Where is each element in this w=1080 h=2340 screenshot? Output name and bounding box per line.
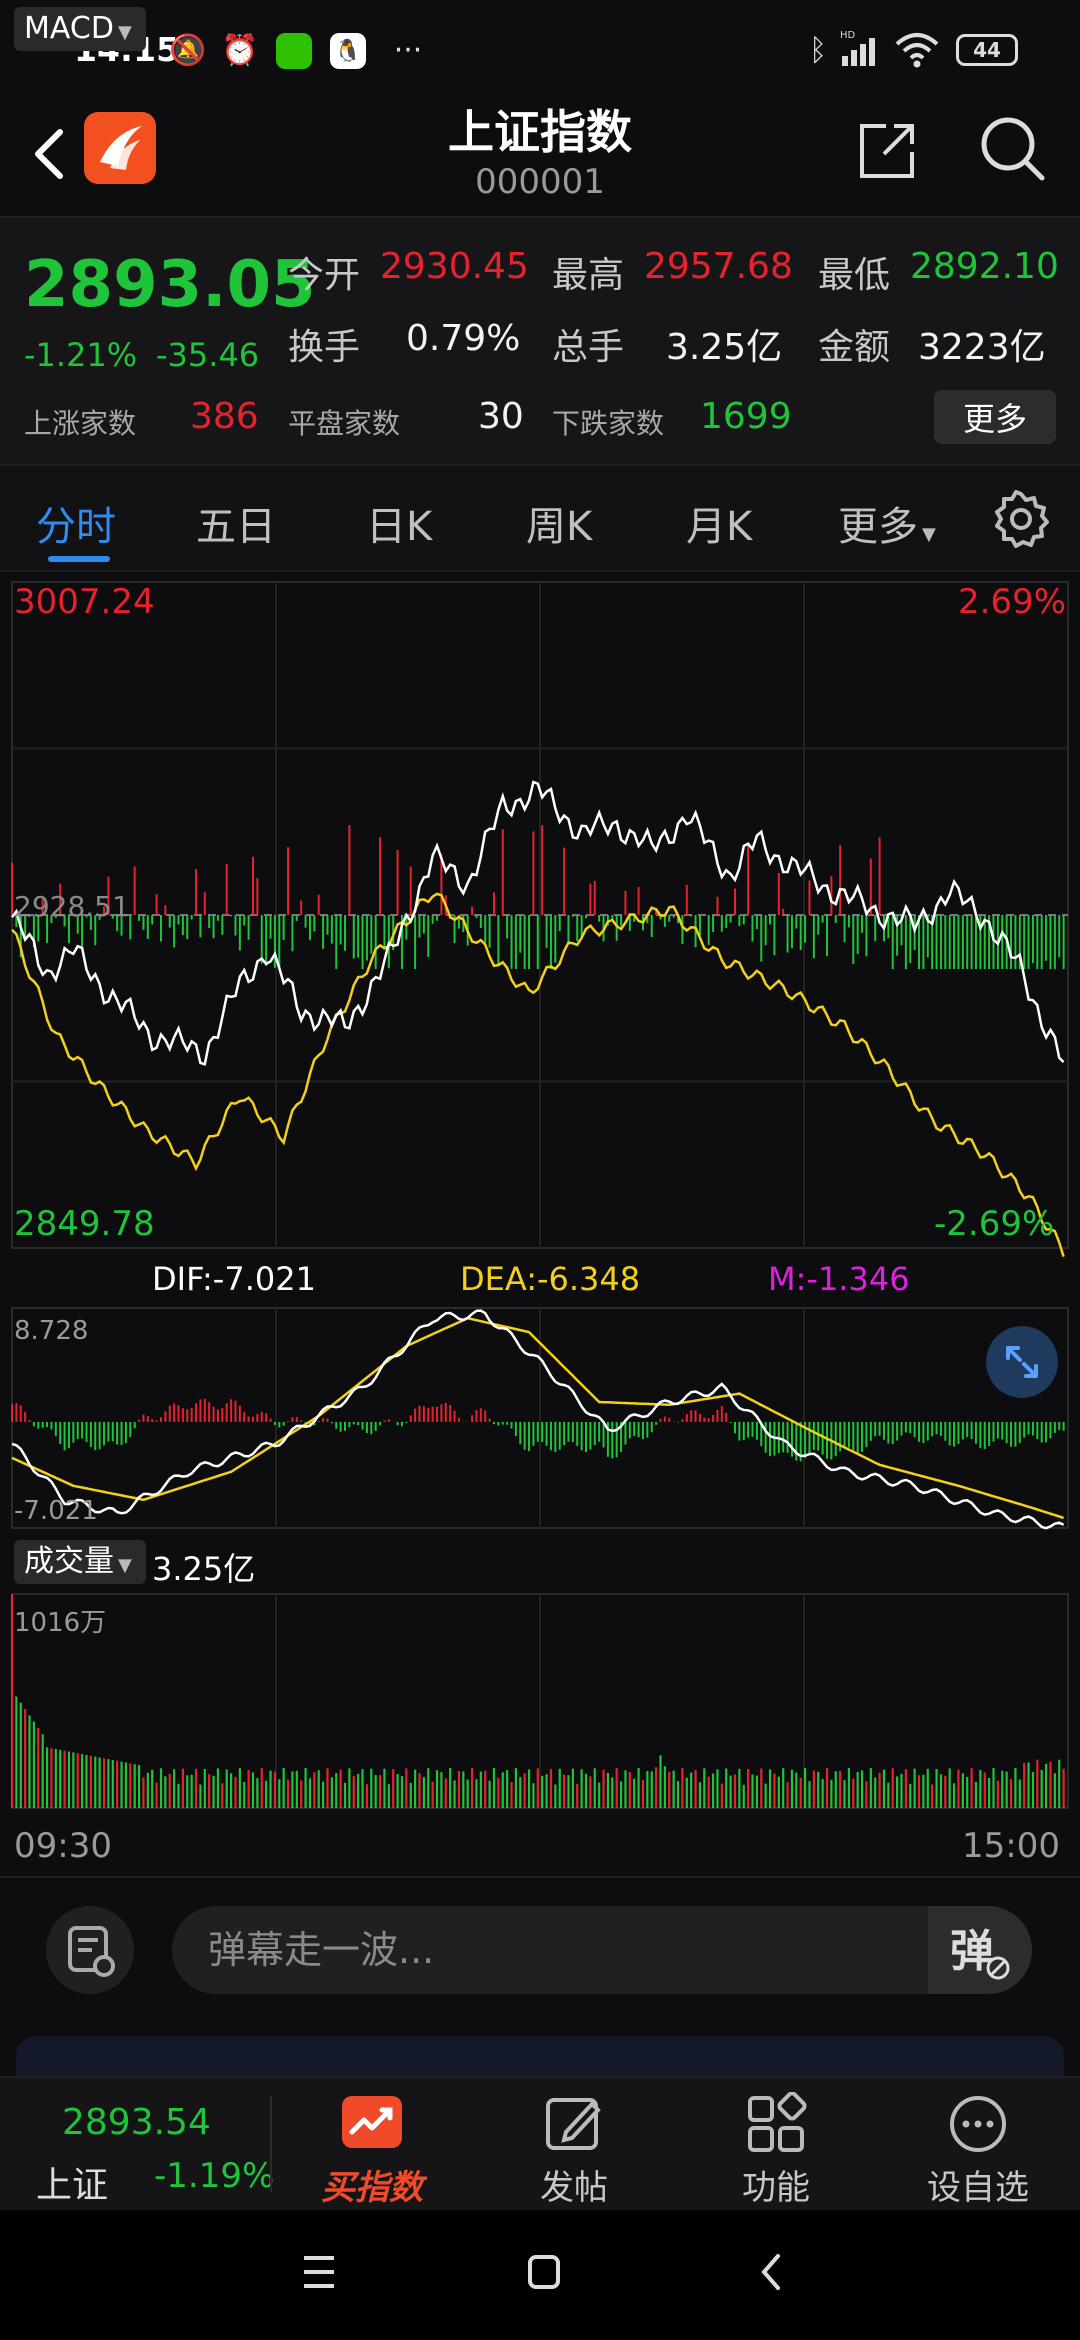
expand-chart-button[interactable] [986, 1326, 1058, 1398]
macd-axis-min: -7.021 [14, 1496, 98, 1526]
price-min-label: 2849.78 [14, 1204, 155, 1244]
volume-indicator-select[interactable]: 成交量 ▼ [14, 1540, 146, 1584]
volume-value: 3.25亿 [666, 327, 783, 368]
open-label: 今开 [288, 255, 361, 296]
tab-daily-k[interactable]: 日K [366, 494, 432, 552]
more-dots-icon [950, 2096, 1006, 2152]
grid-icon [748, 2092, 807, 2152]
nav-index-name[interactable]: 上证 [36, 2156, 108, 2208]
macd-dif: DIF:-7.021 [152, 1260, 316, 1298]
nav-divider [270, 2096, 272, 2192]
danmaku-toggle[interactable]: 弹 [928, 1906, 1032, 1994]
back-nav-icon[interactable] [761, 2254, 780, 2290]
danmaku-bar: 弹幕走一波... 弹 [0, 1876, 1080, 2026]
nav-buy-index[interactable]: 买指数 [292, 2086, 452, 2208]
price-max-label: 3007.24 [14, 582, 155, 622]
mute-icon: 🔕 [169, 32, 207, 68]
gear-icon[interactable] [992, 490, 1050, 548]
danmaku-input[interactable]: 弹幕走一波... [172, 1906, 1032, 1994]
chart-canvas[interactable] [0, 572, 1080, 1872]
alarm-icon: ⏰ [221, 32, 259, 68]
notice-banner[interactable] [16, 2036, 1064, 2076]
caret-down-icon: ▼ [118, 1555, 132, 1576]
flat-count-value: 30 [478, 396, 524, 437]
caret-down-icon: ▼ [922, 524, 936, 545]
danmaku-toggle-icon: 弹 [950, 1926, 1010, 1980]
app-header: 上证指数 000001 [0, 96, 1080, 216]
nav-functions[interactable]: 功能 [696, 2086, 856, 2208]
home-icon[interactable] [528, 2255, 560, 2289]
down-count-label: 下跌家数 [552, 407, 665, 440]
nav-post[interactable]: 发帖 [494, 2086, 654, 2208]
caret-down-icon: ▼ [117, 22, 132, 43]
last-price: 2893.05 [24, 248, 316, 322]
volume-axis-max: 1016万 [14, 1608, 107, 1638]
turnover-label: 换手 [288, 327, 361, 368]
bottom-nav: 2893.54 上证 -1.19% 买指数 发帖 功能 设自选 [0, 2076, 1080, 2210]
time-end-label: 15:00 [962, 1826, 1060, 1866]
macd-select-label: MACD [24, 11, 114, 46]
low-label: 最低 [818, 255, 891, 296]
open-value: 2930.45 [380, 246, 529, 287]
quote-panel: 2893.05 -1.21% -35.46 今开 2930.45 最高 2957… [0, 216, 1080, 464]
more-button[interactable]: 更多 [934, 390, 1056, 444]
nav-add-watchlist-label: 设自选 [927, 2168, 1029, 2208]
tab-weekly-k[interactable]: 周K [526, 494, 592, 552]
wifi-icon [894, 30, 940, 70]
share-icon[interactable] [856, 118, 920, 182]
pct-min-label: -2.69% [934, 1204, 1055, 1244]
menu-icon[interactable] [304, 2256, 334, 2288]
down-count-value: 1699 [700, 396, 792, 437]
danmaku-settings-icon[interactable] [46, 1906, 134, 1994]
nav-index-pct[interactable]: -1.19% [154, 2156, 274, 2196]
macd-m: M:-1.346 [768, 1260, 910, 1298]
macd-indicator-select[interactable]: MACD ▼ [14, 7, 146, 51]
high-value: 2957.68 [644, 246, 793, 287]
amount-value: 3223亿 [918, 327, 1046, 368]
bluetooth-icon: ᛒ [809, 32, 827, 68]
volume-label: 总手 [552, 327, 625, 368]
low-value: 2892.10 [910, 246, 1059, 287]
nav-buy-index-label: 买指数 [321, 2168, 423, 2208]
signal-icon: HD [838, 28, 882, 68]
pct-max-label: 2.69% [958, 582, 1067, 622]
nav-post-label: 发帖 [540, 2168, 608, 2208]
high-label: 最高 [552, 255, 625, 296]
amount-label: 金额 [818, 327, 891, 368]
prev-close-label: 2928.51 [14, 890, 130, 923]
active-tab-indicator [48, 556, 110, 562]
macd-dea: DEA:-6.348 [460, 1260, 641, 1298]
system-nav-bar [0, 2210, 1080, 2340]
status-bar: 14:15 🔕 ⏰ 🐧 ··· ᛒ HD 44 [0, 0, 1080, 96]
up-count-value: 386 [190, 396, 259, 437]
volume-total: 3.25亿 [152, 1550, 256, 1588]
tab-intraday[interactable]: 分时 [36, 494, 116, 552]
tab-more[interactable]: 更多 ▼ [838, 494, 936, 552]
tab-monthly-k[interactable]: 月K [686, 494, 752, 552]
tab-more-label: 更多 [838, 504, 918, 550]
nav-add-watchlist[interactable]: 设自选 [898, 2086, 1058, 2208]
edit-icon [546, 2098, 601, 2150]
flat-count-label: 平盘家数 [288, 407, 401, 440]
change-value: -35.46 [156, 336, 260, 374]
up-count-label: 上涨家数 [24, 407, 137, 440]
time-start-label: 09:30 [14, 1826, 112, 1866]
qq-icon: 🐧 [330, 33, 366, 69]
search-icon[interactable] [978, 114, 1048, 184]
nav-index-price[interactable]: 2893.54 [62, 2102, 211, 2143]
macd-axis-max: 8.728 [14, 1316, 89, 1346]
tab-five-day[interactable]: 五日 [196, 494, 276, 552]
buy-index-icon [342, 2096, 402, 2148]
volume-select-label: 成交量 [24, 1544, 114, 1579]
period-tabs: 分时 五日 日K 周K 月K 更多 ▼ [0, 464, 1080, 572]
change-percent: -1.21% [24, 336, 138, 374]
nav-functions-label: 功能 [742, 2168, 810, 2208]
wechat-icon [276, 33, 312, 69]
expand-icon [1006, 1346, 1038, 1378]
network-label: HD [840, 30, 856, 41]
battery-icon: 44 [956, 34, 1018, 66]
turnover-value: 0.79% [406, 318, 521, 359]
more-notifications-icon: ··· [393, 32, 423, 68]
